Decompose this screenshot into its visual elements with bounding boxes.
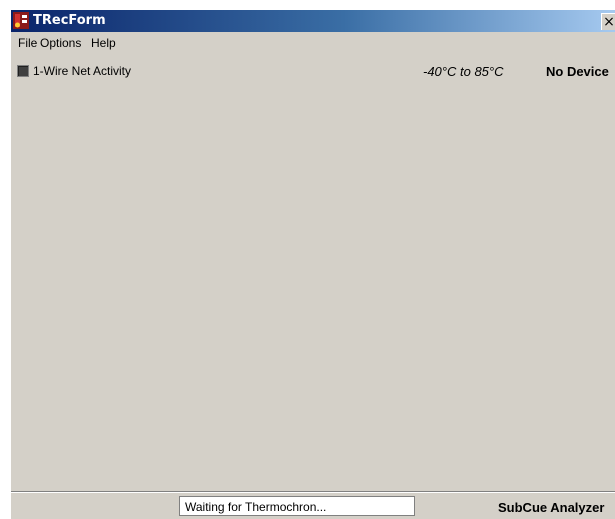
device-status: No Device: [546, 64, 609, 79]
close-icon: ×: [603, 14, 615, 30]
activity-led-icon: [17, 65, 29, 77]
menu-bar: File Options Help: [11, 33, 615, 53]
status-bar: Waiting for Thermochron... SubCue Analyz…: [11, 491, 615, 519]
main-panel: [11, 86, 615, 490]
close-button[interactable]: ×: [601, 13, 615, 30]
status-message-field: Waiting for Thermochron...: [179, 496, 415, 516]
menu-help[interactable]: Help: [88, 33, 119, 53]
activity-label: 1-Wire Net Activity: [33, 64, 132, 78]
app-name-label: SubCue Analyzer: [498, 500, 605, 515]
temperature-range: -40°C to 85°C: [423, 64, 504, 79]
trecform-window: TRecForm × File Options Help 1-Wire Net …: [10, 10, 615, 519]
menu-options[interactable]: Options: [37, 33, 84, 53]
window-title: TRecForm: [33, 13, 106, 28]
activity-row: 1-Wire Net Activity -40°C to 85°C No Dev…: [11, 62, 615, 80]
thermometer-app-icon[interactable]: [13, 12, 29, 29]
title-bar[interactable]: TRecForm ×: [11, 10, 615, 32]
